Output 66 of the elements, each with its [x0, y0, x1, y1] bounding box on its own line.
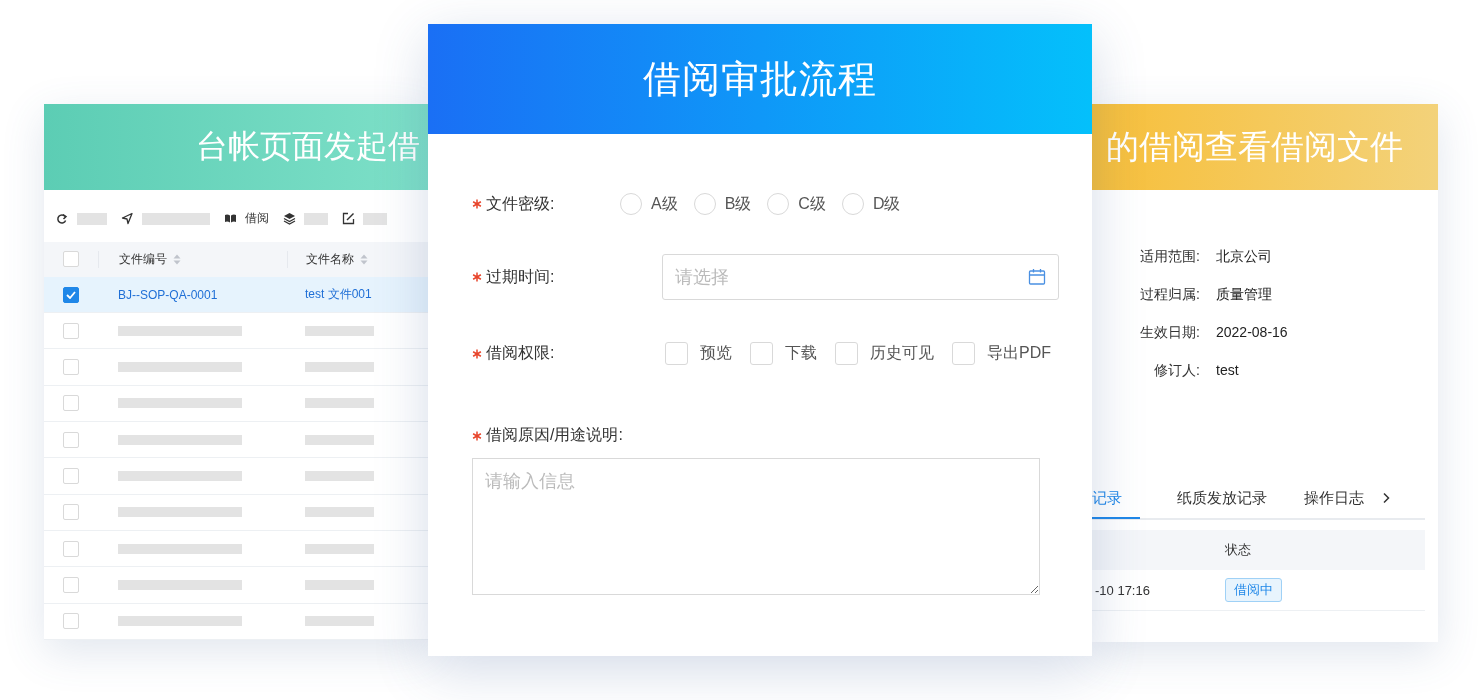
skeleton-bar [305, 507, 374, 518]
table-row[interactable]: BJ--SOP-QA-0001 test 文件001 [44, 276, 428, 314]
checkbox-option[interactable]: 历史可见 [835, 342, 934, 365]
card-header: 借阅审批流程 [428, 24, 1092, 134]
status-tag: 借阅中 [1225, 578, 1282, 602]
tab[interactable]: 纸质发放记录 [1177, 479, 1267, 519]
skeleton-bar [77, 212, 107, 225]
checkbox[interactable] [835, 342, 858, 365]
table-cell[interactable]: BJ--SOP-QA-0001 [118, 287, 218, 302]
reason-field[interactable]: 请输入信息 [472, 458, 1040, 595]
skeleton-bar [305, 398, 374, 409]
checkbox[interactable] [952, 342, 975, 365]
toolbar-label[interactable]: 借阅 [245, 210, 269, 228]
column-header: 文件编号 [119, 250, 167, 268]
detail-label: 修订人: [1153, 362, 1200, 380]
skeleton-bar [305, 362, 374, 373]
detail-label: 适用范围: [1139, 248, 1200, 266]
edit-icon[interactable] [342, 212, 355, 226]
refresh-icon[interactable] [56, 212, 69, 226]
skeleton-bar [305, 325, 374, 336]
check-icon [66, 290, 76, 299]
checkbox[interactable] [750, 342, 773, 365]
checkbox-option[interactable]: 预览 [665, 342, 732, 365]
checkbox-option[interactable]: 导出PDF [952, 342, 1051, 365]
send-icon[interactable] [121, 212, 134, 226]
detail-label: 过程归属: [1139, 286, 1200, 304]
checkbox[interactable] [665, 342, 688, 365]
radio-circle[interactable] [767, 193, 790, 215]
sort-icon[interactable] [360, 253, 368, 265]
column-header: 文件名称 [306, 250, 354, 268]
detail-value: 北京公司 [1216, 248, 1272, 266]
skeleton-bar [305, 616, 374, 627]
detail-label: 生效日期: [1139, 324, 1200, 342]
calendar-icon[interactable] [1028, 268, 1046, 286]
skeleton-bar [305, 543, 374, 554]
radio-circle[interactable] [693, 193, 716, 215]
row-checkbox[interactable] [63, 286, 79, 303]
card-header: 的借阅查看借阅文件 [1092, 104, 1438, 190]
skeleton-bar [304, 212, 328, 225]
sort-icon[interactable] [173, 253, 181, 265]
skeleton-bar [305, 580, 374, 590]
radio-circle[interactable] [841, 193, 864, 215]
radio-option[interactable]: A级 [620, 193, 678, 215]
radio-option[interactable]: C级 [767, 193, 826, 215]
detail-value: 2022-08-16 [1216, 324, 1288, 342]
skeleton-bar [363, 212, 387, 225]
radio-circle[interactable] [620, 193, 642, 215]
field-label: 过期时间: [486, 266, 555, 287]
field-label: 文件密级: [486, 193, 555, 214]
skeleton-bar [142, 212, 210, 225]
detail-value: 质量管理 [1216, 286, 1272, 304]
column-header: 状态 [1225, 541, 1251, 559]
radio-option[interactable]: B级 [693, 193, 752, 215]
skeleton-bar [305, 471, 374, 482]
chevron-right-icon[interactable] [1381, 492, 1391, 504]
table-cell[interactable]: test 文件001 [305, 286, 372, 303]
field-label: 借阅权限: [486, 343, 555, 363]
card-header: 台帐页面发起借 [44, 104, 428, 190]
skeleton-bar [305, 434, 374, 445]
detail-value: test [1216, 362, 1239, 380]
radio-option[interactable]: D级 [841, 193, 901, 215]
field-label: 借阅原因/用途说明: [486, 425, 623, 445]
tab[interactable]: 操作日志 [1304, 479, 1364, 519]
layers-icon[interactable] [283, 212, 296, 226]
checkbox-option[interactable]: 下载 [750, 342, 817, 365]
table-cell-text: -10 17:16 [1094, 582, 1151, 598]
